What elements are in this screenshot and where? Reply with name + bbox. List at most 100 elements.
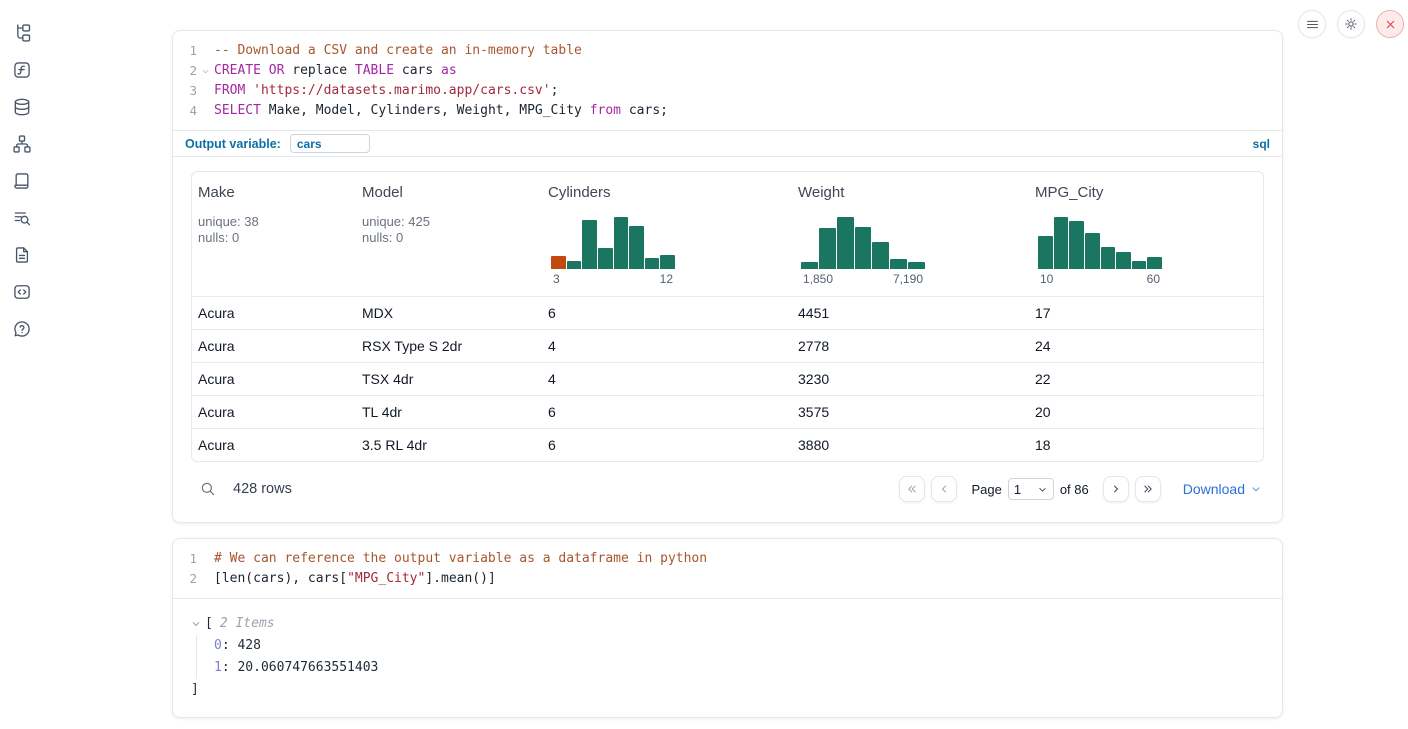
variables-button[interactable] (10, 58, 34, 82)
code-text: -- Download a CSV and create an in-memor… (214, 41, 582, 61)
axis-max-label: 12 (660, 272, 673, 286)
table-cell: 6 (542, 305, 792, 321)
histogram-bar (872, 242, 889, 269)
histogram-bar (819, 228, 836, 269)
close-icon (1384, 18, 1397, 31)
histogram-bar (1116, 252, 1131, 269)
total-pages-label: of 86 (1060, 482, 1089, 497)
snippets-icon (12, 282, 32, 302)
python-code-editor[interactable]: 1# We can reference the output variable … (173, 539, 1282, 598)
histogram-bar (551, 256, 566, 269)
chevron-left-icon (937, 482, 951, 496)
column-title[interactable]: Cylinders (548, 184, 786, 201)
datasources-button[interactable] (10, 95, 34, 119)
table-cell: MDX (356, 305, 542, 321)
output-variable-input[interactable] (290, 134, 370, 153)
fold-chevron-icon[interactable] (197, 61, 214, 81)
help-icon (12, 319, 32, 339)
table-row: Acura3.5 RL 4dr6388018 (192, 428, 1263, 461)
column-header: Cylinders 3 12 (542, 172, 792, 296)
collapse-chevron-icon[interactable] (191, 619, 205, 629)
code-line[interactable]: 4SELECT Make, Model, Cylinders, Weight, … (173, 101, 1282, 121)
code-line[interactable]: 1# We can reference the output variable … (173, 549, 1282, 569)
table-cell: 17 (1029, 305, 1263, 321)
sql-code-editor[interactable]: 1 -- Download a CSV and create an in-memo… (173, 31, 1282, 130)
logs-button[interactable] (10, 206, 34, 230)
table-cell: 22 (1029, 371, 1263, 387)
next-page-button[interactable] (1103, 476, 1129, 502)
line-number: 1 (173, 41, 197, 61)
documentation-icon (12, 245, 32, 265)
download-label: Download (1183, 481, 1245, 497)
fold-spacer (197, 41, 214, 61)
column-histogram: 3 12 (551, 217, 675, 286)
data-table: Make unique: 38nulls: 0Modelunique: 425nu… (191, 171, 1264, 462)
line-number: 3 (173, 81, 197, 101)
list-output-header: [ 2 Items (191, 613, 1264, 635)
table-cell: 3.5 RL 4dr (356, 437, 542, 453)
histogram-bar (1038, 236, 1053, 269)
histogram-bar (1085, 233, 1100, 269)
first-page-button[interactable] (899, 476, 925, 502)
documentation-button[interactable] (10, 243, 34, 267)
histogram-bars (551, 217, 675, 269)
fold-spacer (197, 101, 214, 121)
fold-spacer (197, 81, 214, 101)
sidebar (0, 0, 44, 729)
column-header: Weight 1,8507,190 (792, 172, 1029, 296)
histogram-bar (629, 226, 644, 269)
column-title[interactable]: MPG_City (1035, 184, 1257, 201)
table-cell: Acura (192, 338, 356, 354)
notebook: 1 -- Download a CSV and create an in-memo… (172, 30, 1283, 718)
shutdown-button[interactable] (1376, 10, 1404, 38)
column-title[interactable]: Model (362, 184, 536, 201)
column-title[interactable]: Weight (798, 184, 1023, 201)
column-title[interactable]: Make (198, 184, 350, 201)
chevron-down-icon (1250, 483, 1262, 495)
search-icon (199, 480, 217, 498)
table-cell: 3230 (792, 371, 1029, 387)
page-select[interactable]: 1 (1008, 478, 1054, 500)
table-cell: Acura (192, 404, 356, 420)
item-separator: : (222, 660, 238, 675)
dependency-graph-button[interactable] (10, 132, 34, 156)
snippets-button[interactable] (10, 280, 34, 304)
table-cell: 3880 (792, 437, 1029, 453)
chevrons-left-icon (905, 482, 919, 496)
previous-page-button[interactable] (931, 476, 957, 502)
histogram-bar (1101, 247, 1116, 269)
item-value: 428 (237, 638, 260, 653)
settings-button[interactable] (1337, 10, 1365, 38)
code-text: SELECT Make, Model, Cylinders, Weight, M… (214, 101, 668, 121)
code-line[interactable]: 1 -- Download a CSV and create an in-memo… (173, 41, 1282, 61)
search-button[interactable] (198, 479, 218, 499)
column-header: Modelunique: 425nulls: 0 (356, 172, 542, 296)
histogram-bar (890, 259, 907, 269)
item-separator: : (222, 638, 238, 653)
axis-max-label: 7,190 (893, 272, 923, 286)
last-page-button[interactable] (1135, 476, 1161, 502)
file-explorer-button[interactable] (10, 21, 34, 45)
download-button[interactable]: Download (1183, 481, 1262, 497)
python-cell: 1# We can reference the output variable … (172, 538, 1283, 718)
histogram-bar (660, 255, 675, 269)
table-cell: 2778 (792, 338, 1029, 354)
output-variable-row: Output variable: sql (173, 130, 1282, 156)
code-text: [len(cars), cars["MPG_City"].mean()] (214, 569, 496, 589)
help-button[interactable] (10, 317, 34, 341)
column-histogram: 1,8507,190 (801, 217, 925, 286)
axis-min-label: 3 (553, 272, 560, 286)
histogram-bar (837, 217, 854, 269)
histogram-bar (855, 227, 872, 269)
code-text: FROM 'https://datasets.marimo.app/cars.c… (214, 81, 558, 101)
menu-button[interactable] (1298, 10, 1326, 38)
scratchpad-button[interactable] (10, 169, 34, 193)
histogram-axis-labels: 3 12 (551, 272, 675, 286)
code-line[interactable]: 3 FROM 'https://datasets.marimo.app/cars.… (173, 81, 1282, 101)
column-stats: unique: 38nulls: 0 (198, 214, 350, 246)
open-bracket: [ (205, 613, 213, 635)
table-cell: 6 (542, 437, 792, 453)
code-line[interactable]: 2CREATE OR replace TABLE cars as (173, 61, 1282, 81)
code-line[interactable]: 2[len(cars), cars["MPG_City"].mean()] (173, 569, 1282, 589)
line-number: 1 (173, 549, 197, 569)
